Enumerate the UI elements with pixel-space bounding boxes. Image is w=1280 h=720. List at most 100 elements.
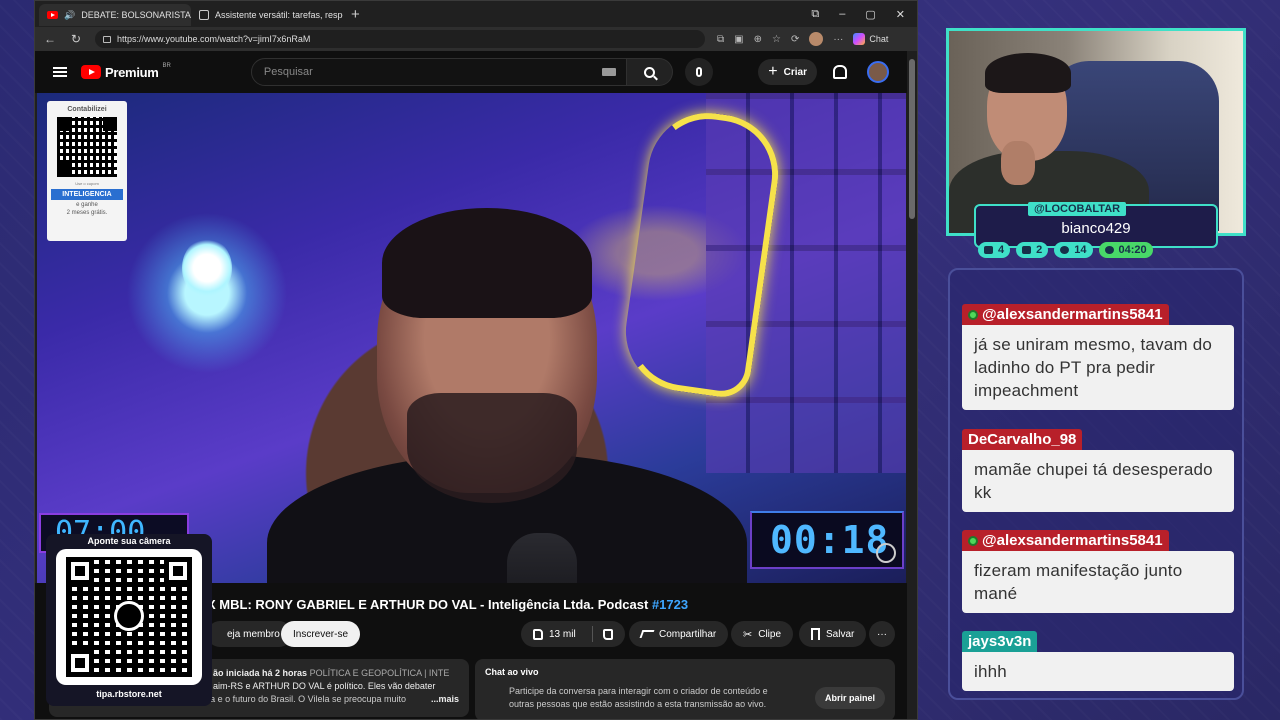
episode-tag[interactable]: #1723: [652, 597, 688, 612]
tab-actions-icon[interactable]: ⧉: [811, 8, 819, 21]
sponsor-qr-card: Contabilizei Use o cupom INTELIGENCIA e …: [47, 101, 127, 241]
chat-username: jays3v3n: [962, 631, 1038, 652]
stream-meta: ão iniciada há 2 horas: [213, 668, 308, 678]
brain-icon: [876, 543, 896, 563]
search-input[interactable]: Pesquisar: [250, 58, 627, 86]
clip-button[interactable]: ✂ Clipe: [731, 621, 794, 647]
lock-icon[interactable]: [103, 35, 111, 43]
stream-stats: 4 2 14 04:20: [978, 242, 1153, 258]
refresh-extension-icon[interactable]: ⟳: [791, 34, 799, 45]
copilot-icon: [853, 33, 866, 45]
stat-video-value: 2: [1036, 244, 1043, 256]
subscribe-button[interactable]: Inscrever-se: [281, 621, 361, 647]
latest-follower: bianco429: [1061, 220, 1131, 237]
zoom-icon[interactable]: ⊕: [754, 34, 762, 45]
more-actions-button[interactable]: ···: [869, 621, 895, 647]
streamer-hand: [1001, 141, 1035, 185]
close-window-button[interactable]: ✕: [896, 8, 905, 21]
sponsor-offer-1: e ganhe: [76, 202, 98, 208]
chat-text: ihhh: [962, 652, 1234, 691]
account-avatar[interactable]: [867, 61, 889, 83]
tab-title: DEBATE: BOLSONARISTA X MBL: [81, 10, 191, 20]
reload-button[interactable]: ↻: [69, 32, 83, 46]
translate-icon[interactable]: ⧉: [717, 34, 724, 45]
new-tab-button[interactable]: +: [343, 6, 368, 23]
notifications-bell-icon[interactable]: [833, 65, 847, 79]
menu-icon[interactable]: [53, 67, 67, 77]
share-button[interactable]: Compartilhar: [629, 621, 729, 647]
profile-avatar[interactable]: [809, 32, 824, 46]
clip-label: Clipe: [758, 628, 782, 640]
minimize-button[interactable]: –: [839, 8, 845, 20]
tab-assistant[interactable]: Assistente versátil: tarefas, respostas …: [191, 4, 343, 26]
store-url: tipa.rbstore.net: [96, 689, 162, 699]
chat-text: mamãe chupei tá desesperado kk: [962, 450, 1234, 512]
store-qr-code: [56, 549, 202, 685]
open-panel-button[interactable]: Abrir painel: [814, 687, 885, 709]
stat-viewers-value: 14: [1074, 244, 1087, 256]
stat-viewers: 14: [1054, 242, 1093, 258]
create-button[interactable]: + Criar: [758, 59, 817, 85]
scissors-icon: ✂: [743, 628, 753, 641]
like-count: 13 mil: [549, 628, 576, 640]
join-button[interactable]: eja membro: [207, 621, 292, 647]
live-chat-title: Chat ao vivo: [485, 667, 539, 677]
page-favicon-icon: [199, 10, 209, 20]
save-label: Salvar: [826, 628, 855, 640]
like-divider: [591, 626, 593, 642]
chat-message: @alexsandermartins5841 já se uniram mesm…: [962, 304, 1234, 410]
page-scrollbar[interactable]: [909, 55, 915, 715]
speaker-icon[interactable]: 🔊: [64, 10, 75, 21]
chat-text: fizeram manifestação junto mané: [962, 551, 1234, 613]
tab-title: Assistente versátil: tarefas, respostas: [215, 10, 343, 20]
chat-message: DeCarvalho_98 mamãe chupei tá desesperad…: [962, 429, 1234, 512]
host-beard: [407, 393, 577, 503]
viewers-icon: [1060, 246, 1070, 254]
youtube-header: Premium BR Pesquisar + Criar: [35, 51, 907, 93]
qr-finder: [164, 557, 192, 585]
like-button[interactable]: 13 mil: [521, 621, 625, 647]
chat-message: jays3v3n ihhh: [962, 631, 1234, 691]
lamp-light: [182, 238, 232, 298]
keyboard-icon[interactable]: [601, 68, 616, 76]
stat-chat-value: 4: [998, 244, 1005, 256]
youtube-icon: [1022, 246, 1032, 254]
url-field[interactable]: https://www.youtube.com/watch?v=jimI7x6n…: [95, 30, 705, 48]
search-icon: [643, 66, 655, 78]
store-qr-overlay: Aponte sua câmera tipa.rbstore.net: [46, 534, 212, 706]
thumbs-down-icon[interactable]: [602, 628, 613, 640]
video-title: X MBL: RONY GABRIEL E ARTHUR DO VAL - In…: [207, 597, 688, 612]
copilot-chat-button[interactable]: Chat: [853, 33, 888, 45]
logo-text: Premium: [105, 64, 159, 80]
back-button[interactable]: ←: [43, 32, 57, 46]
more-icon[interactable]: ···: [833, 34, 843, 45]
scrollbar-thumb[interactable]: [909, 59, 915, 219]
description-line: aim-RS e ARTHUR DO VAL é político. Eles …: [213, 681, 436, 691]
live-chat-text: Participe da conversa para interagir com…: [509, 686, 768, 709]
save-button[interactable]: Salvar: [799, 621, 867, 647]
video-title-text: X MBL: RONY GABRIEL E ARTHUR DO VAL - In…: [207, 597, 649, 612]
chat-username: DeCarvalho_98: [962, 429, 1083, 450]
favorite-star-icon[interactable]: ☆: [772, 34, 781, 45]
maximize-button[interactable]: ▢: [865, 8, 875, 21]
qr-finder: [66, 557, 94, 585]
microphone-icon: [695, 67, 702, 77]
search-button[interactable]: [626, 58, 673, 86]
show-more-link[interactable]: ...mais: [431, 693, 459, 706]
member-badge-icon: [968, 535, 978, 546]
share-icon: [639, 630, 655, 638]
bookmark-icon: [811, 628, 820, 640]
streamer-hair: [985, 53, 1071, 93]
chat-username-text: @alexsandermartins5841: [982, 306, 1163, 323]
share-label: Compartilhar: [659, 628, 717, 640]
voice-search-button[interactable]: [684, 58, 713, 86]
tab-bar: 🔊 DEBATE: BOLSONARISTA X MBL ✕ Assistent…: [35, 1, 917, 27]
video-player[interactable]: Contabilizei Use o cupom INTELIGENCIA e …: [37, 93, 906, 583]
chat-username-text: jays3v3n: [968, 633, 1032, 650]
brain-logo-icon: [114, 601, 144, 631]
youtube-logo[interactable]: Premium BR: [81, 63, 171, 80]
app-icon[interactable]: ▣: [734, 34, 743, 45]
sponsor-name: Contabilizei: [67, 106, 107, 113]
tab-youtube[interactable]: 🔊 DEBATE: BOLSONARISTA X MBL ✕: [39, 4, 191, 26]
member-badge-icon: [968, 309, 978, 320]
